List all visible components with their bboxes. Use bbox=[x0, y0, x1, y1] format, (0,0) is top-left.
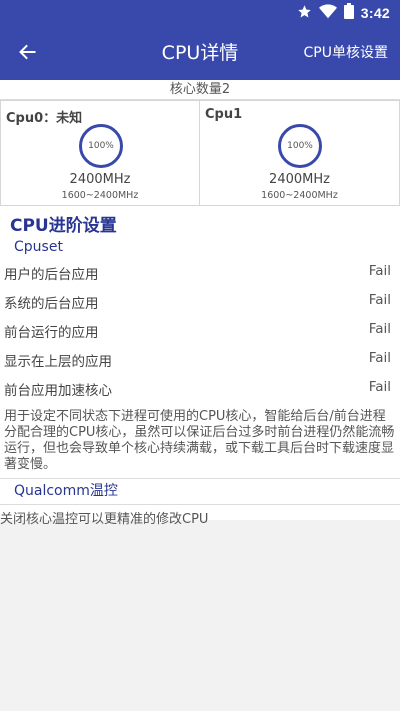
row-value: Fail bbox=[368, 379, 391, 395]
qualcomm-thermal-title: Qualcomm温控 bbox=[14, 483, 118, 499]
cpu0-panel[interactable]: Cpu0：未知 100% 2400MHz 1600~2400MHz bbox=[0, 100, 200, 206]
cpu0-name: Cpu0：未知 bbox=[6, 111, 83, 126]
app-bar: CPU详情 CPU单核设置 bbox=[0, 24, 400, 80]
row-label: 前台应用加速核心 bbox=[4, 383, 112, 399]
battery-icon bbox=[343, 3, 354, 23]
row-value: Fail bbox=[368, 350, 391, 366]
cpu1-load-value: 100% bbox=[287, 141, 313, 151]
advanced-settings-title: CPU进阶设置 bbox=[10, 216, 117, 236]
cpuset-row-system-background[interactable]: 系统的后台应用 Fail bbox=[0, 287, 400, 316]
star-icon bbox=[297, 4, 312, 23]
cpu0-load-ring: 100% bbox=[78, 123, 124, 169]
qualcomm-thermal-description[interactable]: 关闭核心温控可以更精准的修改CPU bbox=[0, 508, 208, 527]
row-value: Fail bbox=[368, 292, 391, 308]
status-bar: 3:42 bbox=[0, 0, 400, 24]
row-value: Fail bbox=[368, 321, 391, 337]
cpu-detail-card: 核心数量2 Cpu0：未知 100% 2400MHz 1600~2400MHz … bbox=[0, 80, 400, 527]
row-label: 用户的后台应用 bbox=[4, 267, 99, 283]
core-count-label: 核心数量2 bbox=[0, 80, 400, 100]
cpu0-frequency-range: 1600~2400MHz bbox=[61, 190, 139, 201]
row-label: 显示在上层的应用 bbox=[4, 354, 112, 370]
cpu1-load-ring: 100% bbox=[277, 123, 323, 169]
cpuset-description: 用于设定不同状态下进程可使用的CPU核心，智能给后台/前台进程分配合理的CPU核… bbox=[4, 409, 395, 472]
cpuset-title: Cpuset bbox=[14, 239, 63, 255]
cpuset-row-top-app[interactable]: 显示在上层的应用 Fail bbox=[0, 345, 400, 374]
cpuset-row-user-background[interactable]: 用户的后台应用 Fail bbox=[0, 258, 400, 287]
status-time: 3:42 bbox=[360, 5, 390, 21]
cpu0-load-value: 100% bbox=[88, 141, 114, 151]
cpu1-panel[interactable]: Cpu1 100% 2400MHz 1600~2400MHz bbox=[200, 100, 400, 206]
row-value: Fail bbox=[368, 263, 391, 279]
wifi-icon bbox=[318, 3, 337, 23]
divider bbox=[0, 478, 400, 479]
row-label: 系统的后台应用 bbox=[4, 296, 99, 312]
cpu1-frequency: 2400MHz bbox=[269, 172, 330, 187]
cpu-single-core-settings-button[interactable]: CPU单核设置 bbox=[304, 42, 388, 62]
divider bbox=[0, 504, 400, 505]
row-label: 前台运行的应用 bbox=[4, 325, 99, 341]
cpu1-frequency-range: 1600~2400MHz bbox=[261, 190, 338, 201]
cpuset-row-foreground-boost[interactable]: 前台应用加速核心 Fail bbox=[0, 374, 400, 403]
cpu0-frequency: 2400MHz bbox=[69, 172, 131, 187]
cpu1-name: Cpu1 bbox=[205, 107, 243, 122]
cpuset-row-foreground[interactable]: 前台运行的应用 Fail bbox=[0, 316, 400, 345]
